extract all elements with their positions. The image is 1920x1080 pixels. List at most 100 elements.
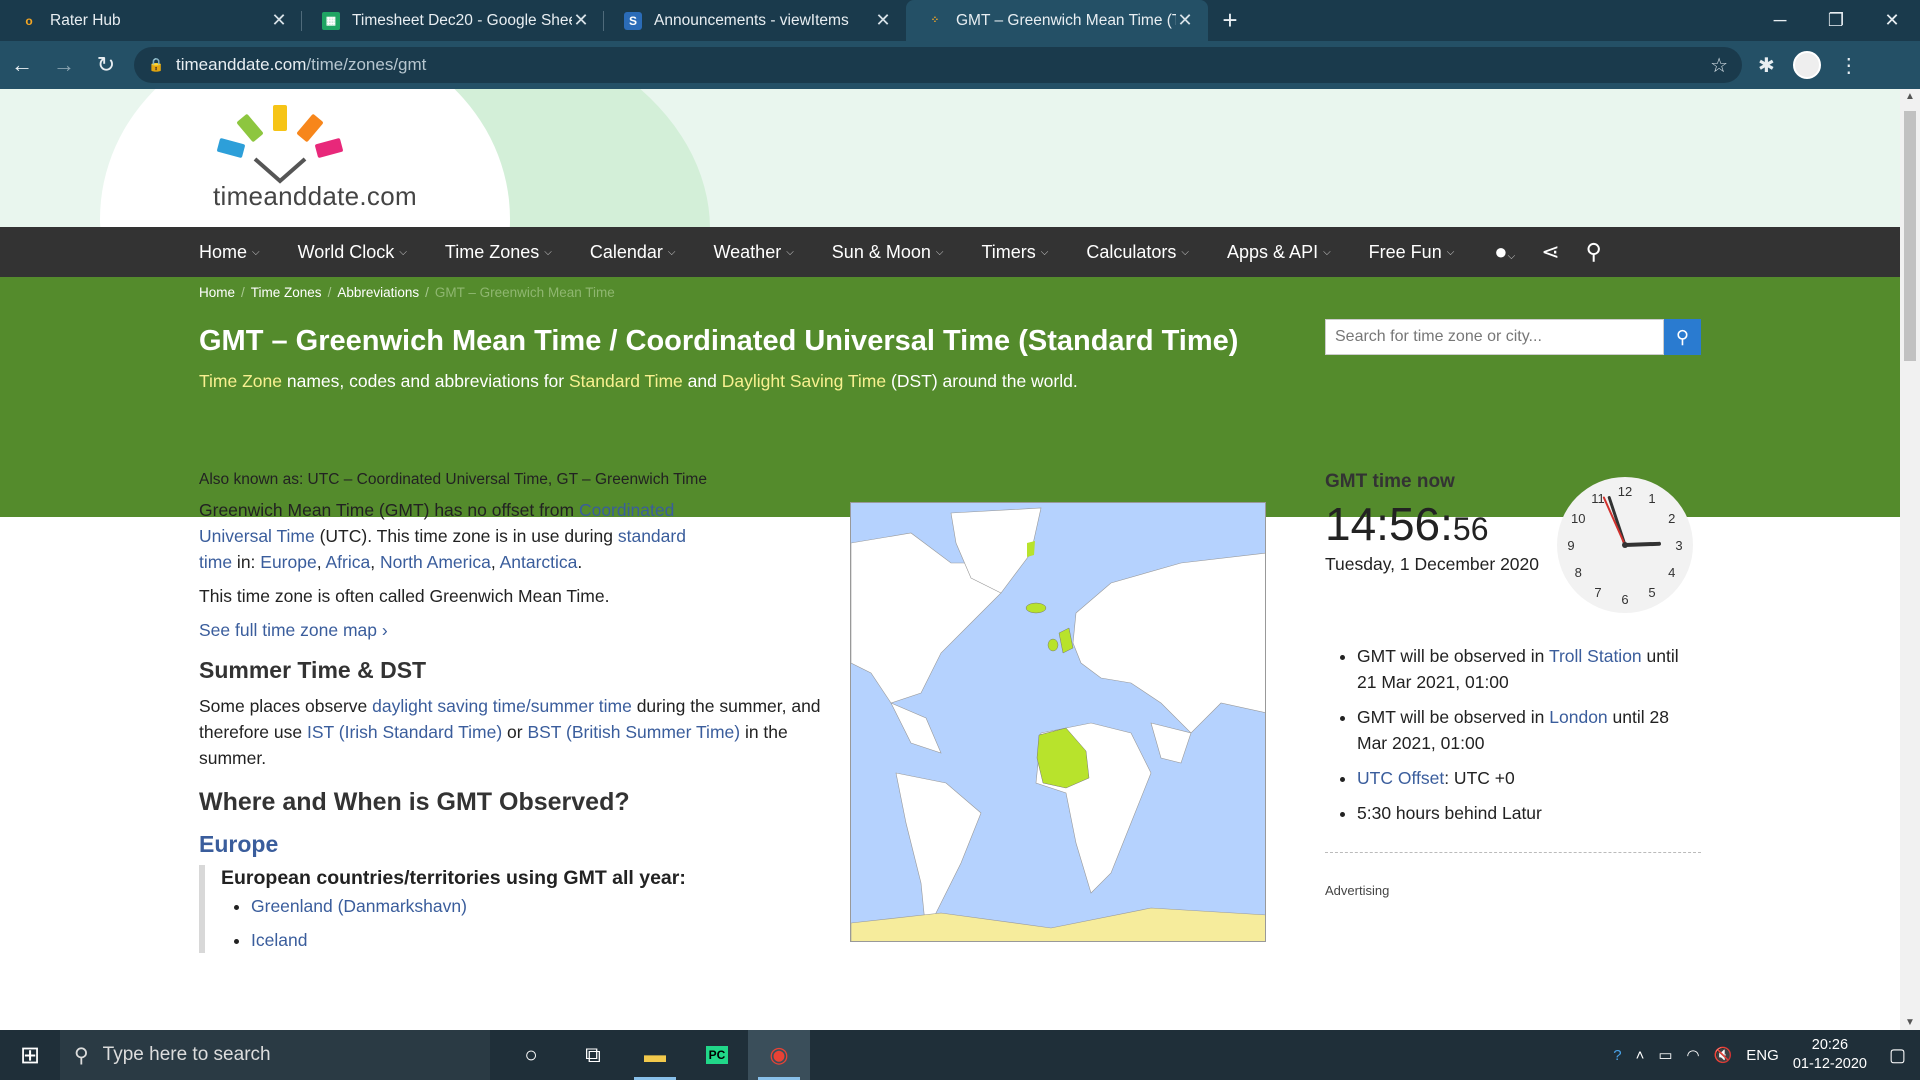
link-dst-summer[interactable]: daylight saving time/summer time bbox=[372, 696, 632, 716]
search-icon[interactable]: ⚲ bbox=[1586, 239, 1602, 265]
clock-number: 6 bbox=[1621, 592, 1628, 607]
current-seconds: 56 bbox=[1452, 511, 1489, 547]
nav-weather[interactable]: Weather ⌵ bbox=[714, 242, 794, 263]
time-now-panel: GMT time now 14:56:56 Tuesday, 1 Decembe… bbox=[1325, 467, 1701, 898]
notifications-icon[interactable]: ▢ bbox=[1889, 1045, 1906, 1066]
chevron-up-icon[interactable]: ˄ bbox=[1636, 1047, 1645, 1064]
scroll-down-icon[interactable]: ▼ bbox=[1900, 1017, 1920, 1028]
main-content: Also known as: UTC – Coordinated Univers… bbox=[199, 467, 829, 961]
europe-box-title: European countries/territories using GMT… bbox=[221, 867, 686, 889]
list-item[interactable]: Greenland (Danmarkshavn) bbox=[251, 893, 829, 919]
wifi-icon[interactable]: ◠ bbox=[1687, 1046, 1700, 1064]
clock-number: 9 bbox=[1567, 538, 1574, 553]
link-london[interactable]: London bbox=[1549, 707, 1607, 727]
list-item[interactable]: Iceland bbox=[251, 927, 829, 953]
heading-where-when: Where and When is GMT Observed? bbox=[199, 788, 630, 816]
tab-gmt[interactable]: ⁘ GMT – Greenwich Mean Time (Time ✕ bbox=[906, 0, 1208, 41]
reload-icon[interactable]: ↻ bbox=[86, 45, 126, 85]
nav-apps-api[interactable]: Apps & API ⌵ bbox=[1227, 242, 1331, 263]
extensions-icon[interactable]: ✱ bbox=[1758, 53, 1775, 78]
restore-icon[interactable]: ❐ bbox=[1808, 0, 1864, 41]
scroll-up-icon[interactable]: ▲ bbox=[1900, 91, 1920, 102]
new-tab-button[interactable]: + bbox=[1208, 0, 1252, 41]
cortana-icon[interactable]: ○ bbox=[500, 1030, 562, 1080]
nav-free-fun[interactable]: Free Fun ⌵ bbox=[1369, 242, 1455, 263]
profile-avatar[interactable] bbox=[1792, 51, 1821, 79]
link-dst[interactable]: Daylight Saving Time bbox=[722, 371, 886, 391]
timeanddate-favicon: ⁘ bbox=[930, 15, 940, 26]
taskbar-search[interactable]: ⚲ Type here to search bbox=[60, 1030, 490, 1080]
bookmark-star-icon[interactable]: ☆ bbox=[1710, 53, 1728, 78]
link-north-america[interactable]: North America bbox=[380, 552, 491, 572]
clock-number: 7 bbox=[1594, 585, 1601, 600]
share-icon[interactable]: ⋖ bbox=[1541, 239, 1559, 265]
see-map-link[interactable]: See full time zone map › bbox=[199, 617, 829, 643]
summer-paragraph: Some places observe daylight saving time… bbox=[199, 696, 821, 768]
url-bar[interactable]: 🔒 timeanddate.com/time/zones/gmt ☆ bbox=[134, 47, 1742, 83]
tab-rater-hub[interactable]: o Rater Hub ✕ bbox=[0, 0, 302, 41]
also-known-as: Also known as: UTC – Coordinated Univers… bbox=[199, 471, 707, 488]
tab-timesheet[interactable]: ▦ Timesheet Dec20 - Google Sheets ✕ bbox=[302, 0, 604, 41]
windows-start-icon[interactable]: ⊞ bbox=[0, 1030, 60, 1080]
page-title: GMT – Greenwich Mean Time / Coordinated … bbox=[199, 325, 1239, 357]
language-indicator[interactable]: ENG bbox=[1746, 1047, 1779, 1064]
forward-icon[interactable]: → bbox=[44, 45, 84, 85]
nav-calendar[interactable]: Calendar ⌵ bbox=[590, 242, 676, 263]
clock-number: 1 bbox=[1648, 491, 1655, 506]
site-logo[interactable]: timeanddate.com bbox=[210, 101, 440, 221]
link-ist[interactable]: IST (Irish Standard Time) bbox=[307, 722, 502, 742]
battery-icon[interactable]: ▭ bbox=[1658, 1046, 1672, 1064]
task-view-icon[interactable]: ⧉ bbox=[562, 1030, 624, 1080]
minimize-icon[interactable]: ─ bbox=[1752, 0, 1808, 41]
nav-home[interactable]: Home ⌵ bbox=[199, 242, 260, 263]
nav-time-zones[interactable]: Time Zones ⌵ bbox=[445, 242, 552, 263]
close-tab-icon[interactable]: ✕ bbox=[572, 10, 590, 31]
tab-title: GMT – Greenwich Mean Time (Time bbox=[956, 11, 1176, 29]
taskbar-clock[interactable]: 20:26 01-12-2020 bbox=[1793, 1036, 1867, 1074]
clock-number: 11 bbox=[1591, 491, 1605, 506]
nav-timers[interactable]: Timers ⌵ bbox=[981, 242, 1048, 263]
link-bst[interactable]: BST (British Summer Time) bbox=[527, 722, 740, 742]
crumb-home[interactable]: Home bbox=[199, 285, 235, 300]
nav-calculators[interactable]: Calculators ⌵ bbox=[1086, 242, 1189, 263]
link-troll-station[interactable]: Troll Station bbox=[1549, 646, 1642, 666]
page-scrollbar[interactable]: ▲ ▼ bbox=[1900, 89, 1920, 1030]
help-icon[interactable]: ? bbox=[1613, 1047, 1621, 1064]
link-antarctica[interactable]: Antarctica bbox=[500, 552, 578, 572]
tab-title: Timesheet Dec20 - Google Sheets bbox=[352, 11, 572, 29]
taskbar-search-placeholder: Type here to search bbox=[102, 1044, 271, 1065]
close-tab-icon[interactable]: ✕ bbox=[270, 10, 288, 31]
timezone-search: Search for time zone or city... ⚲ bbox=[1325, 319, 1701, 355]
lock-icon: 🔒 bbox=[148, 57, 165, 72]
chrome-icon[interactable]: ◉ bbox=[748, 1030, 810, 1080]
tab-title: Announcements - viewItems bbox=[654, 11, 849, 29]
gmt-world-map[interactable] bbox=[850, 502, 1266, 942]
link-europe[interactable]: Europe bbox=[260, 552, 316, 572]
nav-world-clock[interactable]: World Clock ⌵ bbox=[298, 242, 407, 263]
scroll-thumb[interactable] bbox=[1904, 111, 1916, 361]
tab-title: Rater Hub bbox=[50, 11, 121, 29]
menu-kebab-icon[interactable]: ⋮ bbox=[1839, 53, 1859, 78]
close-tab-icon[interactable]: ✕ bbox=[1176, 10, 1194, 31]
nav-sun-moon[interactable]: Sun & Moon ⌵ bbox=[832, 242, 944, 263]
link-standard-time[interactable]: Standard Time bbox=[569, 371, 683, 391]
crumb-time-zones[interactable]: Time Zones bbox=[251, 285, 322, 300]
back-icon[interactable]: ← bbox=[2, 45, 42, 85]
tab-announcements[interactable]: S Announcements - viewItems ✕ bbox=[604, 0, 906, 41]
link-time-zone[interactable]: Time Zone bbox=[199, 371, 282, 391]
close-tab-icon[interactable]: ✕ bbox=[874, 10, 892, 31]
list-item: 5:30 hours behind Latur bbox=[1357, 800, 1701, 826]
link-africa[interactable]: Africa bbox=[325, 552, 370, 572]
volume-muted-icon[interactable]: 🔇 bbox=[1714, 1046, 1733, 1064]
close-window-icon[interactable]: ✕ bbox=[1864, 0, 1920, 41]
crumb-abbreviations[interactable]: Abbreviations bbox=[337, 285, 419, 300]
pycharm-icon[interactable]: PC bbox=[686, 1030, 748, 1080]
account-icon[interactable]: ●⌵ bbox=[1494, 239, 1515, 265]
timezone-search-input[interactable]: Search for time zone or city... bbox=[1325, 319, 1664, 355]
search-button[interactable]: ⚲ bbox=[1664, 319, 1701, 355]
logo-wordmark: timeanddate.com bbox=[213, 181, 417, 211]
clock-number: 4 bbox=[1668, 565, 1675, 580]
clock-number: 12 bbox=[1618, 484, 1632, 499]
file-explorer-icon[interactable]: ▬ bbox=[624, 1030, 686, 1080]
link-utc-offset[interactable]: UTC Offset bbox=[1357, 768, 1444, 788]
